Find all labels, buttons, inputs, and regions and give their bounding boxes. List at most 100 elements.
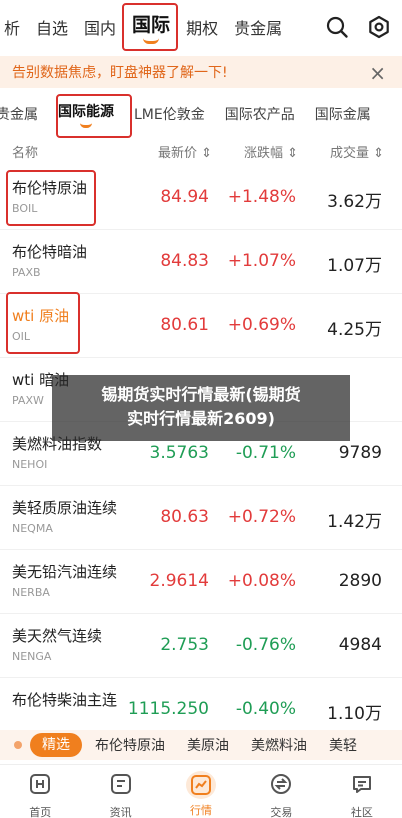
tab-precious-metals[interactable]: 贵金属 [226,0,290,54]
last-price: 84.83 [160,251,209,271]
watermark-line-2: 实时行情最新2609) [127,409,275,428]
search-icon[interactable] [322,12,352,42]
nav-label: 资讯 [109,806,132,818]
instrument-code: OIL [12,330,31,343]
tab-watchlist[interactable]: 自选 [28,0,76,54]
volume: 4984 [338,635,382,655]
instrument-code: PAXB [12,266,41,279]
volume: 9789 [338,443,382,463]
instrument-code: BOIL [12,202,38,215]
community-icon [349,771,375,801]
subtab-precious-metals[interactable]: 贵金属 [0,104,48,124]
instrument-name: wti 原油 [12,307,70,325]
active-indicator [80,123,92,128]
tab-label: 贵金属 [234,19,283,38]
last-price: 1115.250 [127,699,209,719]
instrument-name: 美天然气连续 [12,627,103,645]
subtab-international-energy[interactable]: 国际能源 [48,101,124,128]
tab-options[interactable]: 期权 [178,0,226,54]
trade-icon [268,771,294,801]
bottom-nav: 首页 资讯 行情 交易 社区 [0,764,402,818]
volume: 4.25万 [327,320,382,340]
tab-label: 自选 [36,19,69,38]
banner-text: 告别数据焦虑，盯盘神器了解一下! [12,65,228,81]
header-name: 名称 [12,146,39,161]
chip-us-fuel-oil[interactable]: 美燃料油 [240,735,318,755]
table-row[interactable]: 布伦特暗油 PAXB 84.83 +1.07% 1.07万 [0,230,402,294]
change-percent: +0.72% [227,507,296,527]
instrument-name: 布伦特暗油 [12,243,88,261]
nav-label: 社区 [350,806,373,818]
table-row[interactable]: 布伦特原油 BOIL 84.94 +1.48% 3.62万 [0,166,402,230]
instrument-code: NERBA [12,586,50,599]
nav-label: 交易 [270,806,293,818]
settings-icon[interactable] [364,12,394,42]
news-icon [108,771,134,801]
top-market-nav: 析 自选 国内 国际 期权 贵金属 [0,0,402,54]
nav-market[interactable]: 行情 [161,765,241,818]
table-row[interactable]: wti 原油 OIL 80.61 +0.69% 4.25万 [0,294,402,358]
change-percent: +0.08% [227,571,296,591]
chip-us-light[interactable]: 美轻 [318,735,368,755]
volume: 1.07万 [327,256,382,276]
subtab-lme[interactable]: LME伦敦金 [124,104,215,124]
header-change-sort[interactable]: 涨跌幅 ⇕ [244,142,298,161]
volume: 3.62万 [327,192,382,212]
instrument-code: NENGA [12,650,52,663]
volume: 2890 [338,571,382,591]
dot-icon [14,741,22,749]
last-price: 2.753 [160,635,209,655]
watermark-overlay: 锡期货实时行情最新(锡期货 实时行情最新2609) [52,375,350,441]
change-percent: -0.71% [235,443,296,463]
header-volume-sort[interactable]: 成交量 ⇕ [330,142,384,161]
subtab-label: 国际能源 [58,103,114,120]
close-icon[interactable]: × [369,61,386,85]
nav-label: 行情 [190,804,213,817]
subtab-agriculture[interactable]: 国际农产品 [215,104,305,124]
last-price: 80.61 [160,315,209,335]
nav-trade[interactable]: 交易 [241,765,321,818]
instrument-name: 美轻质原油连续 [12,499,118,517]
nav-news[interactable]: 资讯 [80,765,160,818]
change-percent: +1.07% [227,251,296,271]
tab-international[interactable]: 国际 [124,0,178,54]
tab-label: 期权 [186,19,219,38]
nav-community[interactable]: 社区 [322,765,402,818]
subtab-label: 国际金属 [314,107,371,123]
chip-featured[interactable]: 精选 [30,733,82,757]
subtab-international-metals[interactable]: 国际金属 [305,104,381,124]
table-header: 名称 最新价 ⇕ 涨跌幅 ⇕ 成交量 ⇕ [0,138,402,164]
chip-brent[interactable]: 布伦特原油 [84,735,176,755]
volume: 1.42万 [327,512,382,532]
home-icon [27,771,53,801]
table-row[interactable]: 美天然气连续 NENGA 2.753 -0.76% 4984 [0,614,402,678]
quick-filter-bar: 精选 布伦特原油 美原油 美燃料油 美轻 [0,730,402,760]
header-price-sort[interactable]: 最新价 ⇕ [158,142,212,161]
subtab-label: LME伦敦金 [134,107,205,123]
tab-label: 国际 [132,14,171,36]
tab-domestic[interactable]: 国内 [76,0,124,54]
promo-banner[interactable]: 告别数据焦虑，盯盘神器了解一下! × [0,56,402,88]
last-price: 2.9614 [149,571,209,591]
change-percent: +1.48% [227,187,296,207]
instrument-code: NEHOI [12,458,48,471]
last-price: 84.94 [160,187,209,207]
change-percent: +0.69% [227,315,296,335]
change-percent: -0.40% [235,699,296,719]
quote-list: 布伦特原油 BOIL 84.94 +1.48% 3.62万 布伦特暗油 PAXB… [0,166,402,742]
table-row[interactable]: 美轻质原油连续 NEQMA 80.63 +0.72% 1.42万 [0,486,402,550]
instrument-name: 布伦特柴油主连 [12,691,118,709]
instrument-code: NEQMA [12,522,53,535]
subtab-label: 国际农产品 [224,107,295,123]
last-price: 80.63 [160,507,209,527]
table-row[interactable]: 美无铅汽油连续 NERBA 2.9614 +0.08% 2890 [0,550,402,614]
tab-analysis[interactable]: 析 [0,0,28,54]
nav-home[interactable]: 首页 [0,765,80,818]
change-percent: -0.76% [235,635,296,655]
chart-icon [186,771,217,799]
tab-label: 析 [4,19,21,38]
instrument-name: 布伦特原油 [12,179,88,197]
chip-us-crude[interactable]: 美原油 [176,735,240,755]
volume: 1.10万 [327,704,382,724]
instrument-code: PAXW [12,394,44,407]
